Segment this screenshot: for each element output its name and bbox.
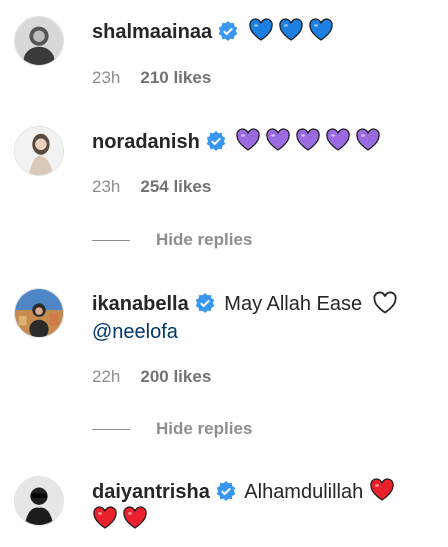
avatar-noradanish[interactable] bbox=[14, 126, 64, 176]
verified-badge-icon bbox=[218, 21, 238, 41]
hide-replies-label: Hide replies bbox=[156, 230, 253, 249]
comment-username[interactable]: shalmaainaa bbox=[92, 21, 212, 43]
divider-line bbox=[92, 428, 130, 430]
heart-emoji-icon bbox=[122, 506, 148, 530]
heart-emoji-group bbox=[235, 128, 385, 153]
comment-username[interactable]: ikanabella bbox=[92, 293, 189, 315]
avatar-ikanabella[interactable] bbox=[14, 288, 64, 338]
heart-emoji-icon bbox=[369, 478, 395, 502]
verified-badge-icon bbox=[216, 481, 236, 501]
heart-emoji-icon bbox=[92, 506, 118, 530]
heart-outline-icon[interactable] bbox=[372, 291, 398, 315]
avatar-shalmaainaa[interactable] bbox=[14, 16, 64, 66]
heart-emoji-icon bbox=[355, 128, 381, 152]
verified-badge-icon bbox=[195, 293, 215, 313]
comment-time: 23h bbox=[92, 177, 121, 196]
hide-replies-label: Hide replies bbox=[156, 419, 253, 438]
verified-badge-icon bbox=[206, 131, 226, 151]
comment-username[interactable]: noradanish bbox=[92, 131, 200, 153]
divider-line bbox=[92, 239, 130, 241]
heart-emoji-group bbox=[248, 18, 338, 43]
mention-link[interactable]: @neelofa bbox=[92, 321, 178, 343]
hide-replies-button[interactable]: Hide replies bbox=[92, 230, 252, 250]
comment-username[interactable]: daiyantrisha bbox=[92, 481, 210, 503]
likes-count[interactable]: 200 likes bbox=[140, 367, 211, 386]
avatar-daiyantrisha[interactable] bbox=[14, 476, 64, 526]
heart-emoji-icon bbox=[265, 128, 291, 152]
heart-emoji-icon bbox=[325, 128, 351, 152]
comment-time: 22h bbox=[92, 367, 121, 386]
hide-replies-button[interactable]: Hide replies bbox=[92, 419, 252, 439]
heart-emoji-icon bbox=[248, 18, 274, 42]
likes-count[interactable]: 254 likes bbox=[140, 177, 211, 196]
heart-emoji-icon bbox=[235, 128, 261, 152]
comment-text: Alhamdulillah bbox=[244, 481, 364, 503]
heart-emoji-icon bbox=[295, 128, 321, 152]
comment-time: 23h bbox=[92, 68, 121, 87]
heart-emoji-icon bbox=[308, 18, 334, 42]
heart-emoji-icon bbox=[278, 18, 304, 42]
likes-count[interactable]: 210 likes bbox=[140, 68, 211, 87]
comment-text: May Allah Ease bbox=[224, 293, 363, 315]
